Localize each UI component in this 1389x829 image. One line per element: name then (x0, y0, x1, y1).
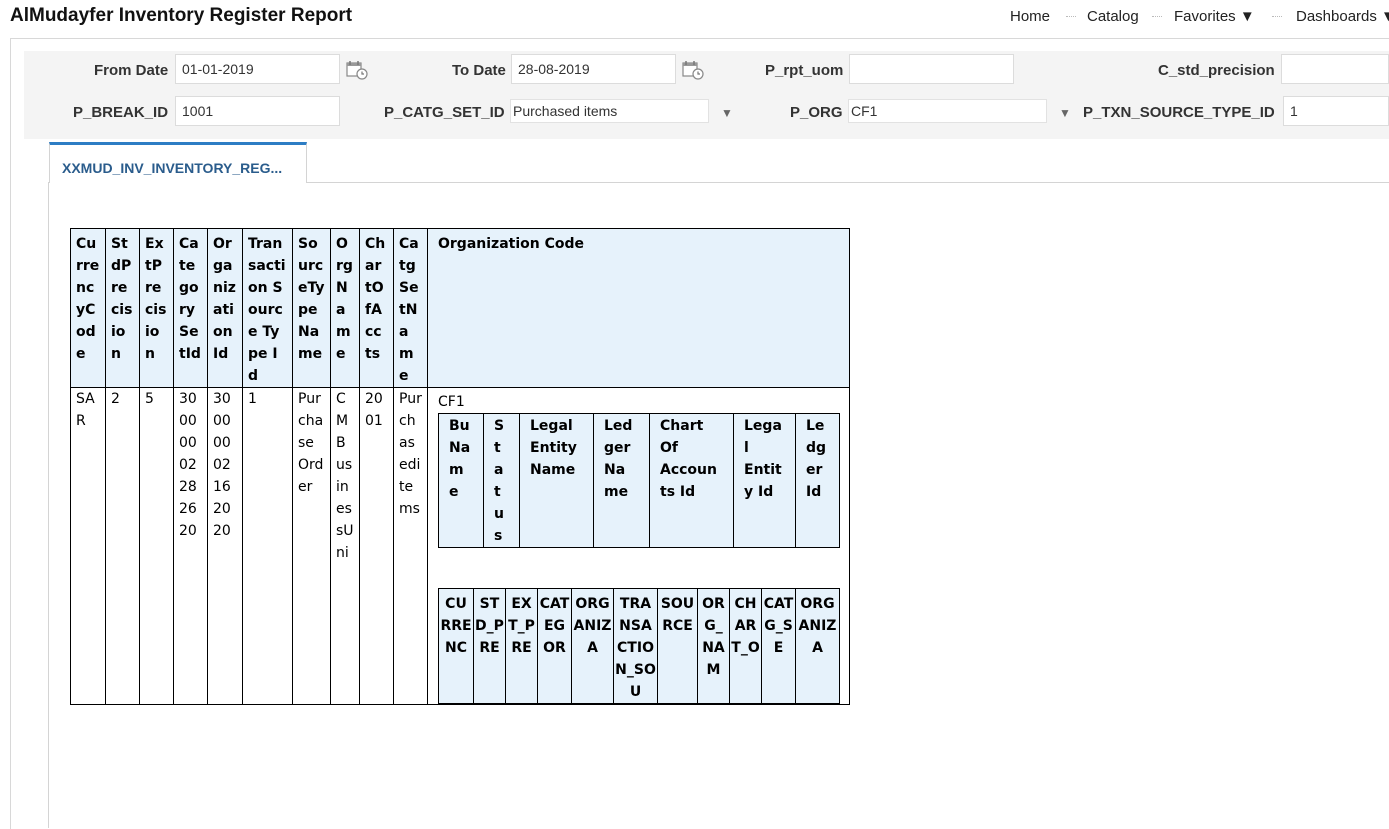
column-header: CURRENC (438, 588, 474, 704)
column-header: OrgName (330, 228, 360, 388)
column-header: CATG_SE (761, 588, 796, 704)
p-break-id-input[interactable]: 1001 (175, 96, 340, 126)
column-header: STD_PRE (473, 588, 506, 704)
table-cell: 30000002282620 (173, 387, 208, 705)
column-header: CHART_O (729, 588, 762, 704)
report-header-row: CurrencyCode StdPrecision ExtPrecision C… (70, 228, 850, 388)
from-date-input[interactable]: 01-01-2019 (175, 54, 340, 84)
p-rpt-uom-label: P_rpt_uom (765, 62, 844, 79)
table-cell: 5 (139, 387, 174, 705)
column-header: Organization Code (427, 228, 850, 388)
column-header: StdPrecision (105, 228, 140, 388)
top-bar: AlMudayfer Inventory Register Report Hom… (0, 0, 1389, 36)
column-header: EXT_PRE (505, 588, 538, 704)
p-break-id-label: P_BREAK_ID (73, 104, 169, 121)
p-catg-set-id-label: P_CATG_SET_ID (384, 104, 505, 121)
transaction-details-table: CURRENC STD_PRE EXT_PRE CATEGOR ORGANIZA… (438, 588, 840, 704)
table-cell: 2 (105, 387, 140, 705)
page-title: AlMudayfer Inventory Register Report (10, 5, 353, 26)
detail-header-row: CURRENC STD_PRE EXT_PRE CATEGOR ORGANIZA… (438, 588, 840, 704)
column-header: Ledger Name (593, 413, 650, 548)
table-cell: 2001 (359, 387, 394, 705)
column-header: SourceTypeName (292, 228, 331, 388)
column-header: Legal Entity Name (519, 413, 594, 548)
nav-separator (1272, 16, 1282, 17)
organization-code-value: CF1 (438, 394, 465, 410)
c-std-precision-label: C_std_precision (1158, 62, 1275, 79)
tab-label: XXMUD_INV_INVENTORY_REG... (62, 160, 283, 176)
nav-dashboards-menu[interactable]: Dashboards ▼ (1296, 8, 1389, 25)
table-cell: CMBusinessUni (330, 387, 360, 705)
nav-home-link[interactable]: Home (1010, 8, 1050, 25)
column-header: Legal Entity Id (733, 413, 796, 548)
column-header: ORG_NAM (697, 588, 730, 704)
nav-separator (1152, 16, 1162, 17)
column-header: Chart Of Accounts Id (649, 413, 734, 548)
organization-details-table: Bu Name Status Legal Entity Name Ledger … (438, 413, 840, 548)
table-cell: 1 (242, 387, 293, 705)
column-header: Bu Name (438, 413, 484, 548)
column-header: TRANSACTION_SOU (613, 588, 658, 704)
p-rpt-uom-input[interactable] (849, 54, 1014, 84)
chevron-down-icon[interactable]: ▼ (721, 106, 733, 120)
to-date-label: To Date (452, 62, 506, 79)
nav-separator (1066, 16, 1076, 17)
table-cell: Purchaseditems (393, 387, 428, 705)
calendar-icon[interactable] (682, 60, 704, 80)
column-header: CurrencyCode (70, 228, 106, 388)
column-header: Transaction Source Type Id (242, 228, 293, 388)
column-header: SOURCE (657, 588, 698, 704)
p-catg-set-id-select[interactable]: Purchased items (510, 99, 709, 123)
column-header: Ledger Id (795, 413, 840, 548)
to-date-input[interactable]: 28-08-2019 (511, 54, 676, 84)
table-cell: 30000002162020 (207, 387, 243, 705)
column-header: CATEGOR (537, 588, 572, 704)
calendar-icon[interactable] (346, 60, 368, 80)
p-txn-source-type-id-label: P_TXN_SOURCE_TYPE_ID (1083, 104, 1275, 121)
report-table: CurrencyCode StdPrecision ExtPrecision C… (70, 228, 850, 705)
column-header: CatgSetName (393, 228, 428, 388)
table-cell: Purchase Order (292, 387, 331, 705)
column-header: ORGANIZA (571, 588, 614, 704)
nav-catalog-link[interactable]: Catalog (1087, 8, 1139, 25)
column-header: ExtPrecision (139, 228, 174, 388)
chevron-down-icon[interactable]: ▼ (1059, 106, 1071, 120)
column-header: ChartOfAccts (359, 228, 394, 388)
column-header: CategorySetId (173, 228, 208, 388)
content-border (48, 183, 49, 828)
p-txn-source-type-id-input[interactable]: 1 (1283, 96, 1389, 126)
org-header-row: Bu Name Status Legal Entity Name Ledger … (438, 413, 840, 548)
p-org-select[interactable]: CF1 (848, 99, 1047, 123)
table-cell: SAR (70, 387, 106, 705)
c-std-precision-input[interactable] (1281, 54, 1389, 84)
nav-favorites-menu[interactable]: Favorites ▼ (1174, 8, 1255, 25)
tab-inventory-register[interactable]: XXMUD_INV_INVENTORY_REG... (49, 142, 307, 183)
column-header: ORGANIZA (795, 588, 840, 704)
p-org-label: P_ORG (790, 104, 843, 121)
column-header: OrganizationId (207, 228, 243, 388)
from-date-label: From Date (94, 62, 169, 79)
table-row: SAR 2 5 30000002282620 30000002162020 1 … (70, 387, 850, 705)
organization-cell: CF1 Bu Name Status Legal Entity Name Led… (427, 387, 850, 705)
column-header: Status (483, 413, 520, 548)
